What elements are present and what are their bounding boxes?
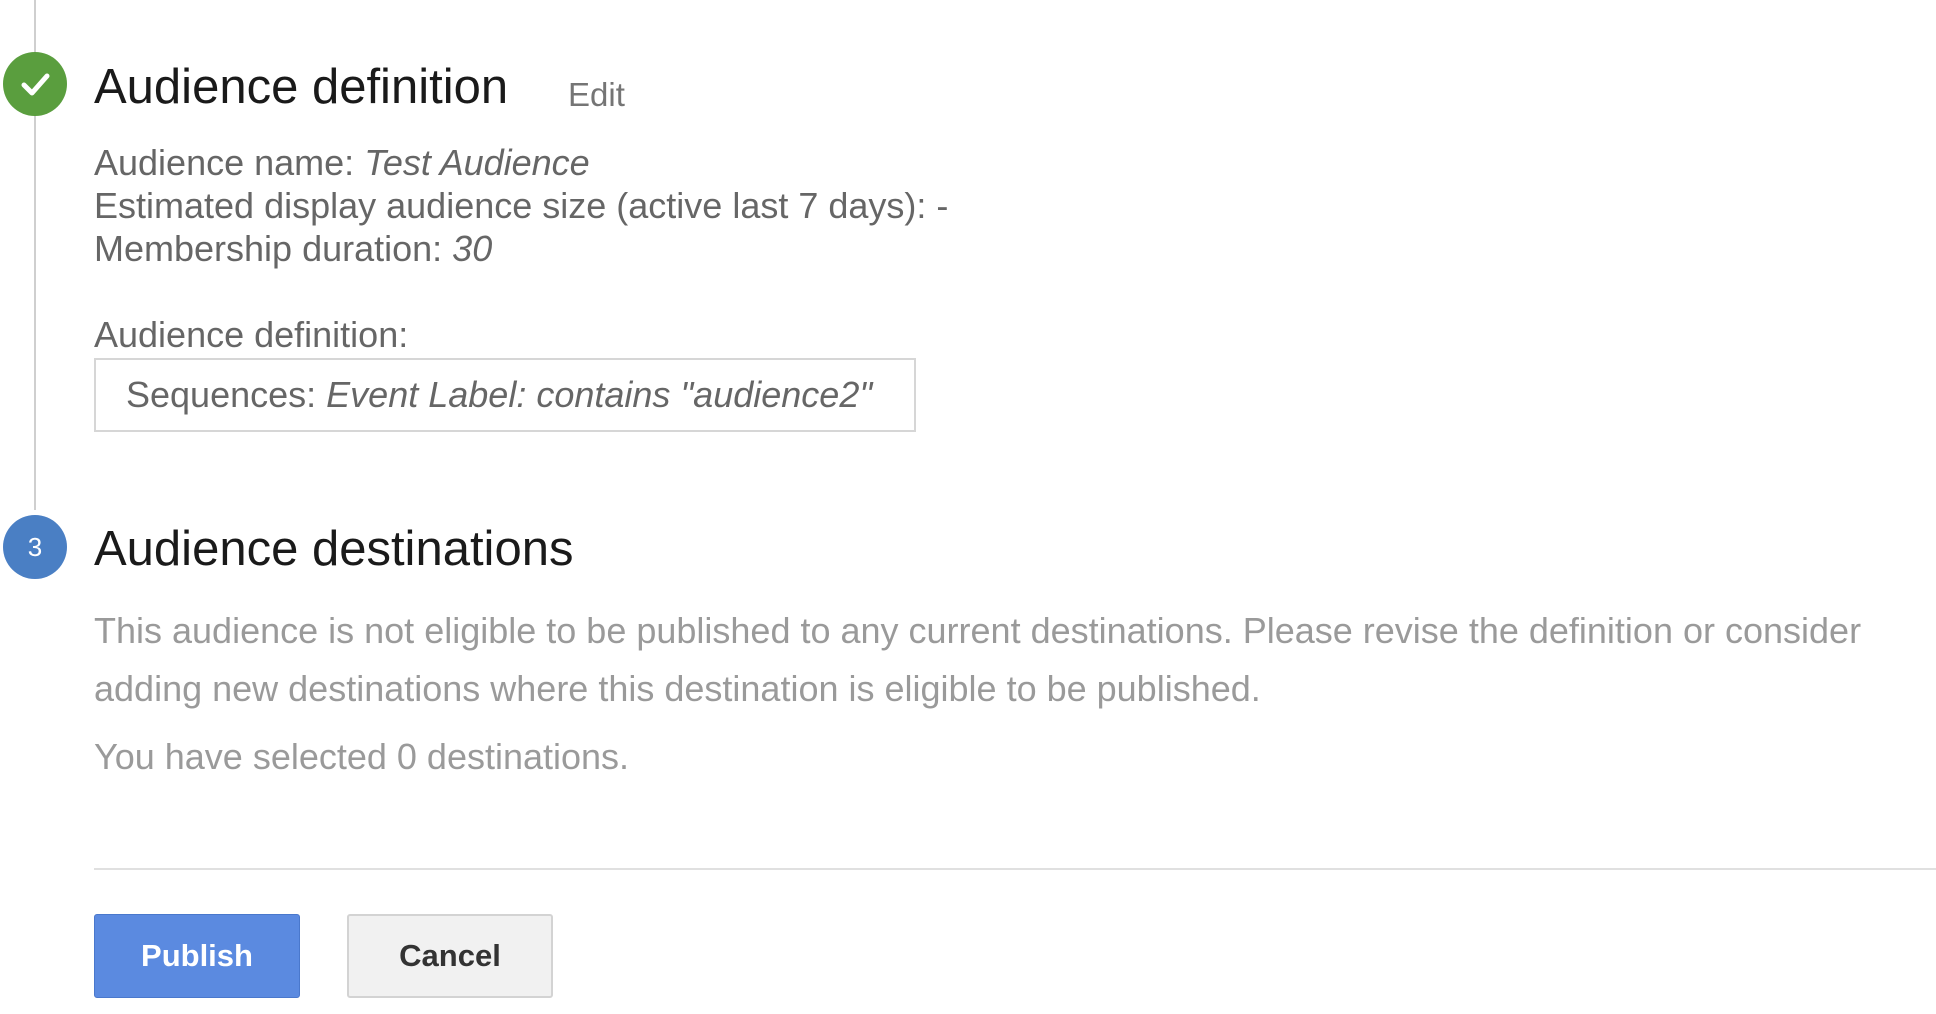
audience-summary: Audience name: Test Audience Estimated d… [94,141,948,270]
selected-destinations-count: You have selected 0 destinations. [94,736,630,777]
membership-duration-value: 30 [452,228,493,269]
checkmark-icon [21,73,50,96]
membership-duration-row: Membership duration: 30 [94,227,948,270]
check-circle-icon [3,52,67,116]
sequences-value: Event Label: contains "audience2" [326,374,873,415]
audience-definition-heading: Audience definition [94,60,509,114]
edit-definition-link[interactable]: Edit [568,76,625,114]
step-number-badge: 3 [3,515,67,579]
audience-definition-box: Sequences: Event Label: contains "audien… [94,358,916,432]
audience-destinations-heading: Audience destinations [94,522,574,576]
sequences-label: Sequences: [126,374,317,415]
audience-size-row: Estimated display audience size (active … [94,185,949,226]
publish-button[interactable]: Publish [94,914,300,998]
step-number: 3 [27,531,43,562]
destinations-ineligible-message: This audience is not eligible to be publ… [94,610,1862,709]
membership-duration-label: Membership duration: [94,228,453,269]
audience-name-row: Audience name: Test Audience [94,141,948,184]
actions-divider [94,868,1936,870]
audience-builder-page: Audience definition Edit Audience name: … [0,0,1936,1014]
audience-name-value: Test Audience [364,142,590,183]
cancel-button[interactable]: Cancel [347,914,553,998]
audience-definition-label: Audience definition: [94,314,409,355]
audience-name-label: Audience name: [94,142,365,183]
